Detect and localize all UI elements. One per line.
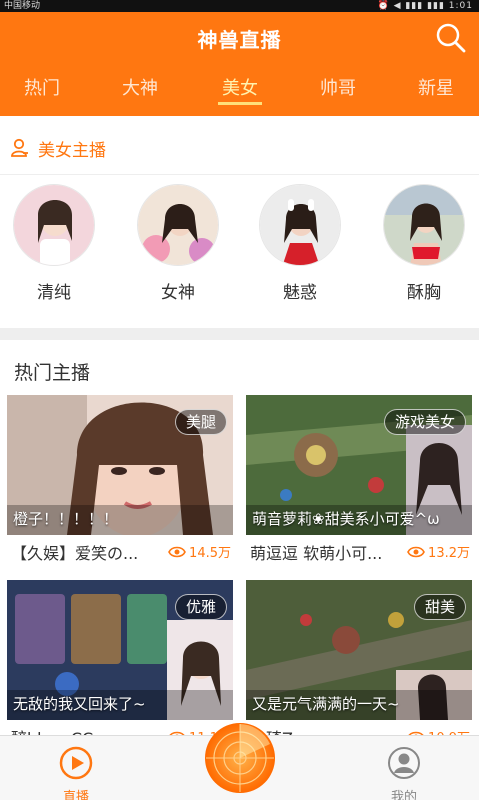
category-tabs: 热门 大神 美女 帅哥 新星 (0, 74, 479, 116)
stream-thumbnail: 优雅 无敌的我又回来了~ (7, 580, 233, 720)
category-goddess[interactable]: 女神 (136, 184, 220, 303)
status-bar: 中国移动 ⏰ ◀ ▮▮▮ ▮▮▮ 1:01 (0, 0, 479, 12)
tab-beauty[interactable]: 美女 (192, 74, 288, 116)
nav-live[interactable]: 直播 (52, 746, 100, 800)
avatar (259, 184, 341, 266)
nav-me-label: 我的 (390, 790, 417, 800)
view-count: 13.2万 (407, 542, 470, 561)
app-root: 中国移动 ⏰ ◀ ▮▮▮ ▮▮▮ 1:01 神兽直播 热门 大神 美女 帅哥 新… (0, 0, 479, 800)
status-right: ⏰ ◀ ▮▮▮ ▮▮▮ 1:01 (377, 1, 473, 11)
radar-button[interactable] (204, 722, 276, 794)
stream-thumbnail: 游戏美女 萌音萝莉❀甜美系小可爱^ω (246, 395, 472, 535)
app-header: 神兽直播 热门 大神 美女 帅哥 新星 (0, 12, 479, 116)
stream-caption: 又是元气满满的一天~ (252, 695, 400, 713)
avatar (383, 184, 465, 266)
app-title: 神兽直播 (197, 28, 282, 52)
category-pure[interactable]: 清纯 (12, 184, 96, 303)
stream-card[interactable]: 美腿 橙子！！！！！ 【久娱】爱笑の... 14.5万 (7, 395, 233, 565)
category-label: 酥胸 (407, 283, 441, 303)
active-tab-indicator (218, 102, 262, 105)
carrier-label: 中国移动 (4, 1, 41, 11)
tab-hot[interactable]: 热门 (0, 74, 90, 116)
section-gap (0, 328, 479, 340)
category-label: 清纯 (37, 283, 71, 303)
beauty-section-header: 美女主播 (10, 136, 106, 161)
category-label: 魅惑 (283, 283, 317, 303)
person-icon (11, 138, 28, 157)
play-circle-icon (59, 746, 93, 780)
avatar (13, 184, 95, 266)
beauty-section-title: 美女主播 (38, 140, 106, 161)
search-icon (436, 23, 466, 53)
view-count-value: 14.5万 (189, 546, 231, 561)
eye-icon (407, 546, 425, 557)
stream-card[interactable]: 优雅 无敌的我又回来了~ 醉bb ω CC 11.1万 (7, 580, 233, 750)
stream-caption: 无敌的我又回来了~ (13, 695, 146, 713)
tag-badge: 优雅 (174, 594, 227, 620)
card-footer: 萌逗逗 软萌小可... 13.2万 (246, 535, 472, 565)
stream-card[interactable]: 甜美 又是元气满满的一天~ 小琦Z 10.9万 (246, 580, 472, 750)
view-count: 14.5万 (168, 542, 231, 561)
view-count-value: 13.2万 (428, 546, 470, 561)
user-icon (388, 747, 420, 779)
tag-badge: 甜美 (413, 594, 466, 620)
stream-caption: 橙子！！！！！ (13, 510, 119, 528)
nav-me[interactable]: 我的 (380, 746, 428, 800)
nav-live-label: 直播 (62, 790, 89, 800)
eye-icon (168, 546, 186, 557)
stream-thumbnail: 美腿 橙子！！！！！ (7, 395, 233, 535)
stream-card[interactable]: 游戏美女 萌音萝莉❀甜美系小可爱^ω 萌逗逗 软萌小可... 13.2万 (246, 395, 472, 565)
avatar (137, 184, 219, 266)
card-footer: 【久娱】爱笑の... 14.5万 (7, 535, 233, 565)
tab-new-star[interactable]: 新星 (388, 74, 479, 116)
stream-caption: 萌音萝莉❀甜美系小可爱^ω (252, 510, 440, 528)
category-label: 女神 (161, 283, 195, 303)
hot-section-title: 热门主播 (14, 362, 91, 384)
search-button[interactable] (435, 22, 467, 54)
category-charm[interactable]: 魅惑 (258, 184, 342, 303)
anchor-name: 【久娱】爱笑の... (11, 544, 139, 563)
tag-badge: 游戏美女 (383, 409, 466, 435)
radar-icon (205, 723, 275, 793)
anchor-name: 萌逗逗 软萌小可... (250, 544, 383, 563)
tab-handsome[interactable]: 帅哥 (290, 74, 386, 116)
beauty-hosts-section: 美女主播 清纯 女神 魅惑 酥胸 (0, 116, 479, 328)
section-divider (0, 174, 479, 175)
category-chest[interactable]: 酥胸 (382, 184, 466, 303)
tab-master[interactable]: 大神 (92, 74, 188, 116)
tag-badge: 美腿 (174, 409, 227, 435)
stream-thumbnail: 甜美 又是元气满满的一天~ (246, 580, 472, 720)
